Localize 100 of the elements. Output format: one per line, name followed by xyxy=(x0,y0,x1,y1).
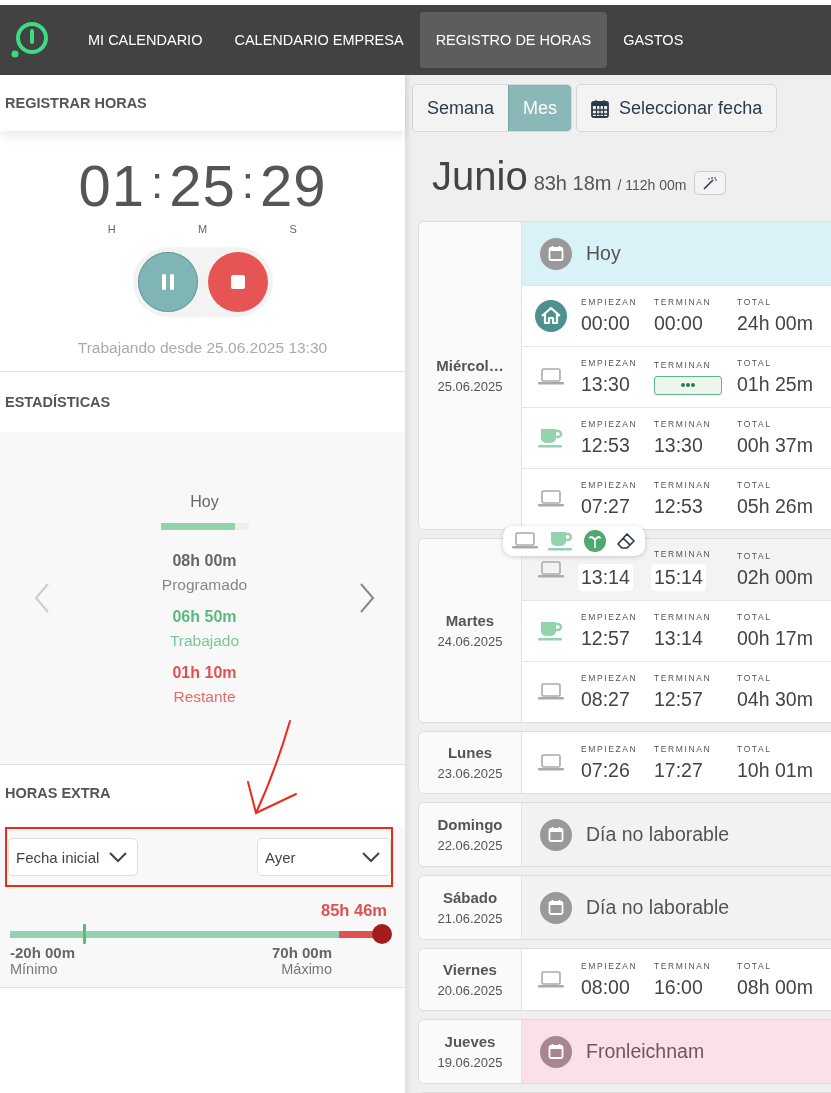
timer-unit: H xyxy=(107,223,116,235)
time-field[interactable]: 13:14 xyxy=(578,563,633,591)
column-label: TERMINAN xyxy=(654,480,713,491)
time-field[interactable]: 12:57 xyxy=(581,627,653,650)
time-field[interactable]: 13:30 xyxy=(581,373,653,396)
stop-icon xyxy=(230,275,245,289)
nav-tab[interactable]: GASTOS xyxy=(607,12,700,68)
time-field[interactable]: 08:00 xyxy=(581,975,653,999)
time-entry[interactable]: EMPIEZAN 12:53 TERMINAN 13:30 TOTAL 00h 37m xyxy=(522,407,831,468)
day-event[interactable]: Fronleichnam xyxy=(522,1020,831,1083)
cup-icon[interactable] xyxy=(548,530,574,552)
time-field[interactable]: 00:00 xyxy=(654,312,736,335)
chevron-right-icon[interactable] xyxy=(359,583,375,613)
view-tab[interactable]: Semana xyxy=(413,85,509,131)
column-label: TERMINAN xyxy=(654,419,713,430)
calendar-icon xyxy=(540,237,572,270)
pause-button[interactable] xyxy=(137,252,198,312)
column-label: EMPIEZAN xyxy=(581,960,639,972)
day-name: Sábado xyxy=(442,889,498,906)
day-date: 23.06.2025 xyxy=(437,766,503,781)
stat-label: Trabajado xyxy=(169,631,240,650)
time-field[interactable]: 08:27 xyxy=(581,688,653,711)
column-label: TERMINAN xyxy=(654,960,713,972)
timer-separator: : xyxy=(241,157,254,209)
column-label: TERMINAN xyxy=(654,743,713,755)
month-title: Junio xyxy=(432,154,528,199)
stat-value: 01h 10m xyxy=(172,663,237,682)
day-event[interactable]: Día no laborable xyxy=(522,803,831,866)
duration-text: 04h 30m xyxy=(737,688,814,711)
eraser-icon[interactable] xyxy=(616,532,636,550)
event-title: Fronleichnam xyxy=(586,1040,705,1063)
time-entry[interactable]: EMPIEZAN 08:27 TERMINAN 12:57 TOTAL 04h 30m xyxy=(522,661,831,722)
column-label: TERMINAN xyxy=(654,548,713,560)
time-field[interactable]: 12:53 xyxy=(654,495,736,518)
day-name: Martes xyxy=(445,612,495,629)
column-label: TOTAL xyxy=(737,550,773,562)
column-label: TOTAL xyxy=(737,480,773,491)
laptop-icon xyxy=(538,682,564,702)
nav-tab[interactable]: MI CALENDARIO xyxy=(72,12,219,68)
duration-text: 01h 25m xyxy=(737,373,814,396)
section-title: HORAS EXTRA xyxy=(4,784,112,803)
time-field[interactable]: 07:27 xyxy=(581,495,653,518)
time-entry[interactable]: EMPIEZAN 12:57 TERMINAN 13:14 TOTAL 00h 17m xyxy=(522,600,831,661)
column-label: EMPIEZAN xyxy=(581,297,639,308)
column-label: TOTAL xyxy=(737,358,773,369)
duration-text: 10h 01m xyxy=(737,758,814,782)
timer-digits: 25 xyxy=(169,157,236,215)
calendar-icon xyxy=(540,891,572,924)
palm-tree-icon[interactable] xyxy=(584,530,606,552)
time-field[interactable]: 13:14 xyxy=(654,627,736,650)
stat-label: Programado xyxy=(161,575,248,594)
duration-text: 24h 00m xyxy=(737,312,814,335)
limit-label: Mínimo xyxy=(10,961,59,977)
time-entry[interactable]: EMPIEZAN 08:00 TERMINAN 16:00 TOTAL 08h 00m xyxy=(522,949,831,1010)
limit-value: -20h 00m xyxy=(10,944,76,961)
timer-unit: S xyxy=(289,223,297,235)
time-field[interactable]: 17:27 xyxy=(654,758,736,782)
stat-value: 08h 00m xyxy=(172,551,237,570)
stop-button[interactable] xyxy=(207,252,268,312)
time-field[interactable]: 12:57 xyxy=(654,688,736,711)
timer-unit: M xyxy=(197,223,208,235)
time-field[interactable]: 15:14 xyxy=(651,563,706,591)
time-field[interactable]: 07:26 xyxy=(581,758,653,782)
column-label: TERMINAN xyxy=(654,297,713,308)
column-label: EMPIEZAN xyxy=(581,419,639,430)
magic-wand-icon xyxy=(703,175,718,190)
magic-button[interactable] xyxy=(694,170,727,195)
duration-text: 02h 00m xyxy=(737,565,814,589)
date-select[interactable]: Ayer xyxy=(257,838,391,876)
laptop-icon[interactable] xyxy=(512,531,538,551)
column-label: TERMINAN xyxy=(654,612,713,623)
laptop-icon xyxy=(538,367,564,387)
limit-label: Máximo xyxy=(281,961,332,977)
day-date: 24.06.2025 xyxy=(437,634,503,649)
calendar-icon xyxy=(540,818,572,851)
select-date-button[interactable]: Seleccionar fecha xyxy=(576,84,778,132)
calendar-icon xyxy=(540,1035,572,1068)
column-label: EMPIEZAN xyxy=(581,358,639,369)
time-entry[interactable]: EMPIEZAN 13:30 TERMINAN TOTAL 01h 25m xyxy=(522,346,831,407)
day-event[interactable]: Hoy xyxy=(522,222,831,285)
column-label: TERMINAN xyxy=(654,359,713,371)
event-title: Hoy xyxy=(586,242,621,265)
time-entry[interactable]: EMPIEZAN 00:00 TERMINAN 00:00 TOTAL 24h 00m xyxy=(522,285,831,346)
status-text: Trabajando desde 25.06.2025 13:30 xyxy=(76,339,329,358)
day-name: Miércol… xyxy=(436,357,504,374)
day-name: Jueves xyxy=(444,1033,496,1050)
time-field[interactable]: 00:00 xyxy=(581,312,653,335)
time-field[interactable]: 13:30 xyxy=(654,434,736,457)
time-entry[interactable]: EMPIEZAN 07:26 TERMINAN 17:27 TOTAL 10h 01m xyxy=(522,732,831,793)
timer-digits: 01 xyxy=(78,157,145,215)
column-label: EMPIEZAN xyxy=(581,743,639,755)
day-event[interactable]: Día no laborable xyxy=(522,876,831,939)
date-select[interactable]: Fecha inicial xyxy=(8,838,139,876)
time-field[interactable]: 12:53 xyxy=(581,434,653,457)
laptop-icon xyxy=(538,489,564,509)
nav-tab[interactable]: CALENDARIO EMPRESA xyxy=(218,12,420,68)
day-name: Viernes xyxy=(443,961,497,978)
day-date: 19.06.2025 xyxy=(437,1055,503,1070)
nav-tab[interactable]: REGISTRO DE HORAS xyxy=(419,12,608,68)
time-field[interactable]: 16:00 xyxy=(654,975,736,999)
